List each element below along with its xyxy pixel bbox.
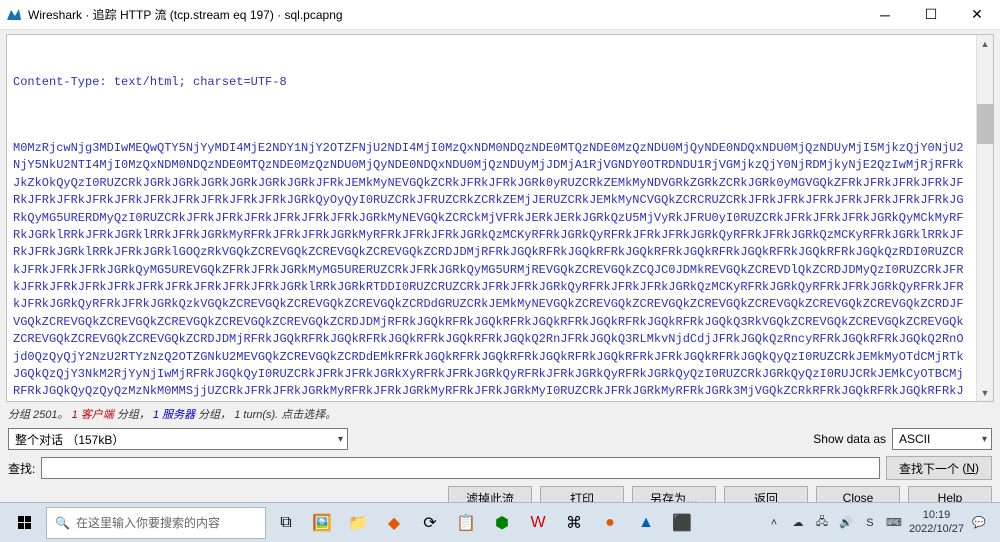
help-button[interactable]: Help	[908, 486, 992, 502]
app-icon-8[interactable]: ⌘	[558, 507, 590, 539]
back-button[interactable]: 返回	[724, 486, 808, 502]
http-body-text: M0MzRjcwNjg3MDIwMEQwQTY5NjYyMDI4MjE2NDY1…	[13, 140, 970, 401]
window-title: Wireshark · 追踪 HTTP 流 (tcp.stream eq 197…	[28, 6, 862, 23]
minimize-button[interactable]: ─	[862, 0, 908, 30]
window-controls: ─ ☐ ✕	[862, 0, 1000, 30]
status-turns: 1 turn(s).	[234, 409, 278, 421]
format-select-value: ASCII	[899, 432, 930, 446]
status-line: 分组 2501。 1 客户端 分组， 1 服务器 分组， 1 turn(s). …	[0, 404, 1000, 424]
start-button[interactable]	[6, 507, 42, 539]
tray-chevron-icon[interactable]: ˄	[765, 517, 783, 529]
app-icon-11[interactable]: ⬛	[666, 507, 698, 539]
status-prefix: 分组 2501。	[8, 409, 69, 421]
bottom-buttons-row: 滤掉此流 打印 另存为… 返回 Close Help	[0, 484, 1000, 502]
controls-row: 整个对话 （157kB） Show data as ASCII	[0, 424, 1000, 454]
find-next-label: 查找下一个	[899, 460, 959, 477]
app-icon-3[interactable]: ◆	[378, 507, 410, 539]
find-next-key: N	[966, 461, 975, 475]
scroll-track[interactable]	[977, 52, 993, 384]
app-icon-1[interactable]: 🖼️	[306, 507, 338, 539]
status-suffix: 点击选择。	[281, 409, 336, 421]
status-mid2: 分组，	[198, 409, 231, 421]
conversation-select-value: 整个对话 （157kB）	[15, 431, 124, 448]
conversation-select[interactable]: 整个对话 （157kB）	[8, 428, 348, 450]
taskbar-clock[interactable]: 10:19 2022/10/27	[909, 509, 964, 535]
search-icon: 🔍	[55, 516, 70, 530]
app-icon-2[interactable]: 📁	[342, 507, 374, 539]
tray-ime-icon[interactable]: S	[861, 517, 879, 529]
scroll-down-arrow[interactable]: ▼	[977, 384, 993, 401]
clock-time: 10:19	[909, 509, 964, 522]
wireshark-task-icon[interactable]: ▲	[630, 507, 662, 539]
show-data-as-label: Show data as	[813, 432, 886, 446]
app-icon-4[interactable]: ⟳	[414, 507, 446, 539]
format-select[interactable]: ASCII	[892, 428, 992, 450]
http-header-line: Content-Type: text/html; charset=UTF-8	[13, 74, 970, 91]
wireshark-icon	[6, 7, 22, 23]
stream-content-area: Content-Type: text/html; charset=UTF-8 M…	[6, 34, 994, 402]
client-label: 客户端	[81, 409, 114, 421]
server-label: 服务器	[162, 409, 195, 421]
close-dialog-button[interactable]: Close	[816, 486, 900, 502]
window-titlebar: Wireshark · 追踪 HTTP 流 (tcp.stream eq 197…	[0, 0, 1000, 30]
client-count: 1	[72, 409, 78, 421]
app-icon-5[interactable]: 📋	[450, 507, 482, 539]
taskbar-search-placeholder: 在这里输入你要搜索的内容	[76, 514, 220, 531]
taskbar-search[interactable]: 🔍 在这里输入你要搜索的内容	[46, 507, 266, 539]
close-button[interactable]: ✕	[954, 0, 1000, 30]
print-button[interactable]: 打印	[540, 486, 624, 502]
system-tray: ˄ ☁ 🖧 🔊 S ⌨ 10:19 2022/10/27 💬	[765, 509, 994, 535]
status-mid1: 分组，	[117, 409, 150, 421]
notifications-icon[interactable]: 💬	[970, 516, 988, 529]
search-row: 查找: 查找下一个 (N)	[0, 454, 1000, 484]
clock-date: 2022/10/27	[909, 523, 964, 536]
tray-cloud-icon[interactable]: ☁	[789, 516, 807, 529]
firefox-icon[interactable]: ●	[594, 507, 626, 539]
windows-logo-icon	[18, 516, 31, 529]
save-as-button[interactable]: 另存为…	[632, 486, 716, 502]
scroll-up-arrow[interactable]: ▲	[977, 35, 993, 52]
wps-icon[interactable]: W	[522, 507, 554, 539]
stream-text[interactable]: Content-Type: text/html; charset=UTF-8 M…	[7, 35, 976, 401]
search-label: 查找:	[8, 460, 35, 477]
tray-ime2-icon[interactable]: ⌨	[885, 516, 903, 529]
search-input[interactable]	[41, 457, 880, 479]
tray-volume-icon[interactable]: 🔊	[837, 516, 855, 529]
find-next-button[interactable]: 查找下一个 (N)	[886, 456, 992, 480]
filter-stream-button[interactable]: 滤掉此流	[448, 486, 532, 502]
tray-network-icon[interactable]: 🖧	[813, 513, 831, 532]
server-count: 1	[153, 409, 159, 421]
vertical-scrollbar[interactable]: ▲ ▼	[976, 35, 993, 401]
maximize-button[interactable]: ☐	[908, 0, 954, 30]
app-icon-6[interactable]: ⬢	[486, 507, 518, 539]
task-view-icon[interactable]: ⧉	[270, 507, 302, 539]
scroll-thumb[interactable]	[977, 104, 993, 144]
windows-taskbar: 🔍 在这里输入你要搜索的内容 ⧉ 🖼️ 📁 ◆ ⟳ 📋 ⬢ W ⌘ ● ▲ ⬛ …	[0, 502, 1000, 542]
